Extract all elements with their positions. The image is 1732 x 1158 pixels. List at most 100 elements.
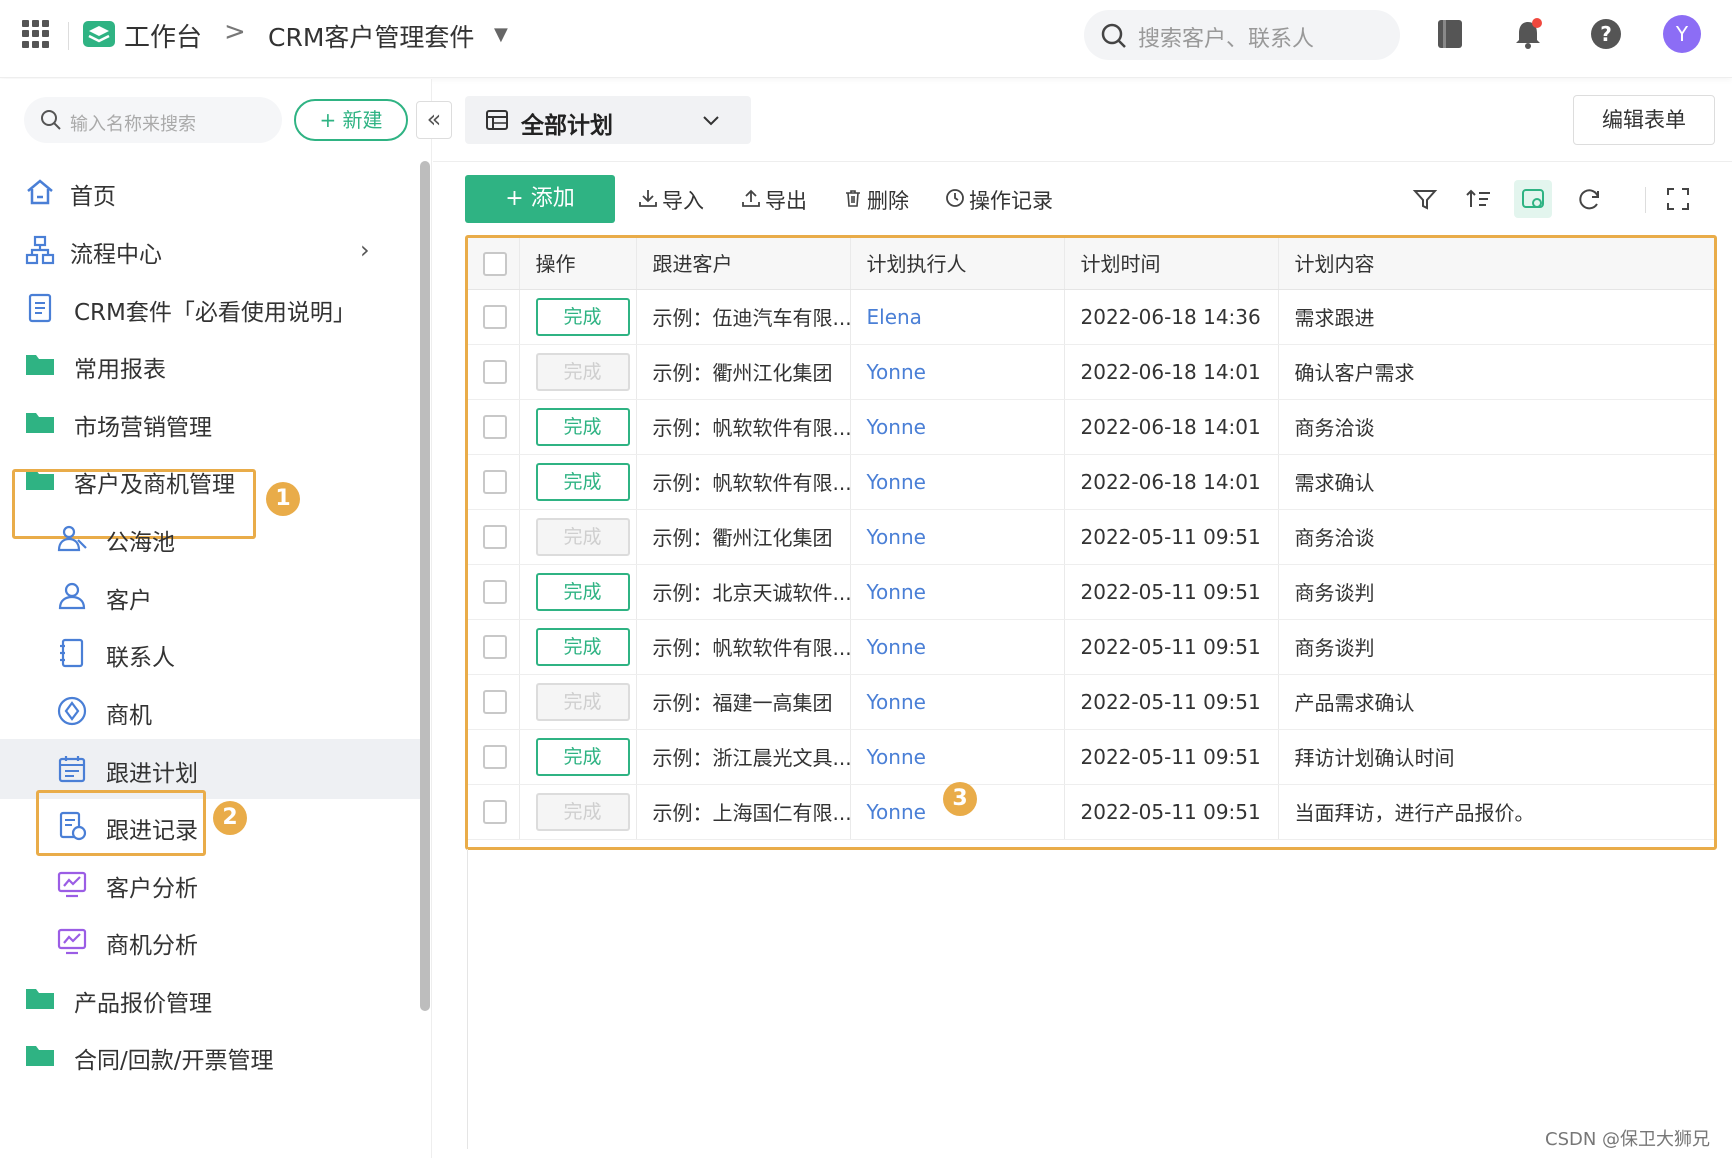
table-row[interactable]: 完成 示例：衢州江化集团 Yonne 2022-05-11 09:51 商务洽谈 bbox=[467, 509, 1716, 565]
table-row[interactable]: 完成 示例：浙江晨光文具... Yonne 2022-05-11 09:51 拜访计划确… bbox=[467, 729, 1716, 785]
complete-button[interactable]: 完成 bbox=[535, 572, 630, 611]
select-all-checkbox[interactable] bbox=[483, 251, 507, 276]
sidebar-item-home[interactable]: 首页 bbox=[0, 162, 420, 222]
table-row[interactable]: 完成 示例：福建一高集团 Yonne 2022-05-11 09:51 产品需求确认 bbox=[467, 674, 1716, 730]
sidebar-item-marketing[interactable]: 市场营销管理 bbox=[0, 393, 420, 453]
sidebar-item-opportunity[interactable]: 商机 bbox=[0, 681, 420, 741]
plan-time-cell: 2022-06-18 14:01 bbox=[1064, 399, 1279, 455]
customer-cell: 示例：上海国仁有限... bbox=[636, 784, 851, 840]
add-button[interactable]: + 添加 bbox=[465, 175, 615, 223]
breadcrumb-separator: > bbox=[224, 17, 246, 47]
executor-cell[interactable]: Yonne bbox=[850, 344, 1065, 400]
table-row[interactable]: 完成 示例：衢州江化集团 Yonne 2022-06-18 14:01 确认客户需求 bbox=[467, 344, 1716, 400]
row-checkbox[interactable] bbox=[483, 525, 507, 550]
sidebar-item-customer[interactable]: 客户 bbox=[0, 566, 420, 626]
sidebar-item-crm-guide[interactable]: CRM套件「必看使用说明」 bbox=[0, 278, 420, 338]
row-checkbox[interactable] bbox=[483, 800, 507, 825]
executor-cell[interactable]: Yonne bbox=[850, 399, 1065, 455]
refresh-icon[interactable] bbox=[1570, 180, 1608, 218]
bell-icon[interactable] bbox=[1510, 16, 1546, 52]
filter-icon[interactable] bbox=[1406, 180, 1444, 218]
table-row[interactable]: 完成 示例：帆软软件有限... Yonne 2022-05-11 09:51 商务谈判 bbox=[467, 619, 1716, 675]
column-header[interactable]: 计划时间 bbox=[1064, 237, 1279, 290]
view-selector[interactable]: 全部计划 bbox=[465, 96, 751, 144]
row-checkbox[interactable] bbox=[483, 580, 507, 605]
sidebar-item-label: 市场营销管理 bbox=[74, 415, 212, 441]
column-header[interactable]: 计划执行人 bbox=[850, 237, 1065, 290]
plan-content-cell: 商务洽谈 bbox=[1278, 399, 1716, 455]
import-button[interactable]: 导入 bbox=[638, 185, 704, 215]
complete-button: 完成 bbox=[535, 517, 630, 556]
breadcrumb-app-name[interactable]: CRM客户管理套件 bbox=[268, 18, 474, 54]
sidebar-item-contacts[interactable]: 联系人 bbox=[0, 623, 420, 683]
table-row[interactable]: 完成 示例：上海国仁有限... Yonne 2022-05-11 09:51 当面拜访，… bbox=[467, 784, 1716, 840]
sidebar-item-label: 商机 bbox=[106, 703, 152, 729]
row-checkbox[interactable] bbox=[483, 470, 507, 495]
sort-icon[interactable] bbox=[1460, 180, 1498, 218]
executor-cell[interactable]: Yonne bbox=[850, 729, 1065, 785]
sidebar-item-contract-management[interactable]: 合同/回款/开票管理 bbox=[0, 1026, 420, 1086]
card-view-button[interactable] bbox=[1514, 180, 1552, 218]
user-avatar[interactable]: Y bbox=[1663, 15, 1701, 53]
sidebar-search-input[interactable]: 输入名称来搜索 bbox=[24, 97, 282, 143]
edit-form-button[interactable]: 编辑表单 bbox=[1573, 95, 1715, 145]
column-header[interactable]: 操作 bbox=[519, 237, 637, 290]
sidebar-item-public-pool[interactable]: 公海池 bbox=[0, 508, 420, 568]
executor-cell[interactable]: Elena bbox=[850, 289, 1065, 345]
row-checkbox[interactable] bbox=[483, 745, 507, 770]
complete-button[interactable]: 完成 bbox=[535, 297, 630, 336]
complete-button: 完成 bbox=[535, 352, 630, 391]
table-row[interactable]: 完成 示例：帆软软件有限... Yonne 2022-06-18 14:01 需求确认 bbox=[467, 454, 1716, 510]
caret-down-icon[interactable]: ▼ bbox=[494, 24, 508, 45]
sidebar-item-label: 客户 bbox=[106, 588, 152, 614]
notebook-icon[interactable] bbox=[1432, 16, 1468, 52]
delete-button[interactable]: 删除 bbox=[843, 185, 909, 215]
complete-button[interactable]: 完成 bbox=[535, 627, 630, 666]
executor-cell[interactable]: Yonne bbox=[850, 619, 1065, 675]
sidebar-item-customer-analysis[interactable]: 客户分析 bbox=[0, 854, 420, 914]
sidebar-item-opportunity-analysis[interactable]: 商机分析 bbox=[0, 911, 420, 971]
sidebar-item-label: 跟进计划 bbox=[106, 761, 198, 787]
operation-log-button[interactable]: 操作记录 bbox=[945, 185, 1053, 215]
row-checkbox[interactable] bbox=[483, 360, 507, 385]
row-checkbox[interactable] bbox=[483, 415, 507, 440]
sidebar-item-label: 流程中心 bbox=[70, 242, 162, 268]
table-row[interactable]: 完成 示例：帆软软件有限... Yonne 2022-06-18 14:01 商务洽谈 bbox=[467, 399, 1716, 455]
column-header[interactable]: 计划内容 bbox=[1278, 237, 1716, 290]
sidebar-item-follow-record[interactable]: 跟进记录 bbox=[0, 796, 420, 856]
import-label: 导入 bbox=[662, 189, 704, 213]
flow-icon bbox=[25, 235, 55, 265]
fullscreen-icon[interactable] bbox=[1659, 180, 1697, 218]
executor-cell[interactable]: Yonne bbox=[850, 454, 1065, 510]
sidebar-item-flow-center[interactable]: 流程中心 › bbox=[0, 220, 420, 280]
sidebar-item-label: 合同/回款/开票管理 bbox=[74, 1048, 274, 1074]
plan-time-cell: 2022-05-11 09:51 bbox=[1064, 729, 1279, 785]
table-row[interactable]: 完成 示例：北京天诚软件... Yonne 2022-05-11 09:51 商务谈判 bbox=[467, 564, 1716, 620]
complete-button[interactable]: 完成 bbox=[535, 462, 630, 501]
new-button[interactable]: + 新建 bbox=[294, 99, 408, 141]
help-icon[interactable]: ? bbox=[1588, 16, 1624, 52]
table-row[interactable]: 完成 示例：伍迪汽车有限... Elena 2022-06-18 14:36 需求跟进 bbox=[467, 289, 1716, 345]
global-search-input[interactable]: 搜索客户、联系人 bbox=[1084, 10, 1400, 60]
workspace-logo-icon bbox=[83, 21, 115, 47]
row-checkbox[interactable] bbox=[483, 635, 507, 660]
complete-button[interactable]: 完成 bbox=[535, 737, 630, 776]
complete-button[interactable]: 完成 bbox=[535, 407, 630, 446]
divider bbox=[467, 849, 468, 1149]
action-cell: 完成 bbox=[519, 509, 637, 565]
collapse-sidebar-button[interactable]: « bbox=[416, 101, 452, 139]
executor-cell[interactable]: Yonne bbox=[850, 509, 1065, 565]
sidebar-item-quote-management[interactable]: 产品报价管理 bbox=[0, 969, 420, 1029]
sidebar-item-reports[interactable]: 常用报表 bbox=[0, 335, 420, 395]
customer-cell: 示例：伍迪汽车有限... bbox=[636, 289, 851, 345]
row-checkbox[interactable] bbox=[483, 690, 507, 715]
column-header[interactable]: 跟进客户 bbox=[636, 237, 851, 290]
executor-cell[interactable]: Yonne bbox=[850, 674, 1065, 730]
executor-cell[interactable]: Yonne bbox=[850, 564, 1065, 620]
sidebar-item-label: 首页 bbox=[70, 184, 116, 210]
app-grid-icon[interactable] bbox=[22, 20, 50, 48]
sidebar-scrollbar[interactable] bbox=[420, 161, 430, 1011]
workspace-title[interactable]: 工作台 bbox=[124, 17, 202, 54]
row-checkbox[interactable] bbox=[483, 305, 507, 330]
export-button[interactable]: 导出 bbox=[741, 185, 807, 215]
